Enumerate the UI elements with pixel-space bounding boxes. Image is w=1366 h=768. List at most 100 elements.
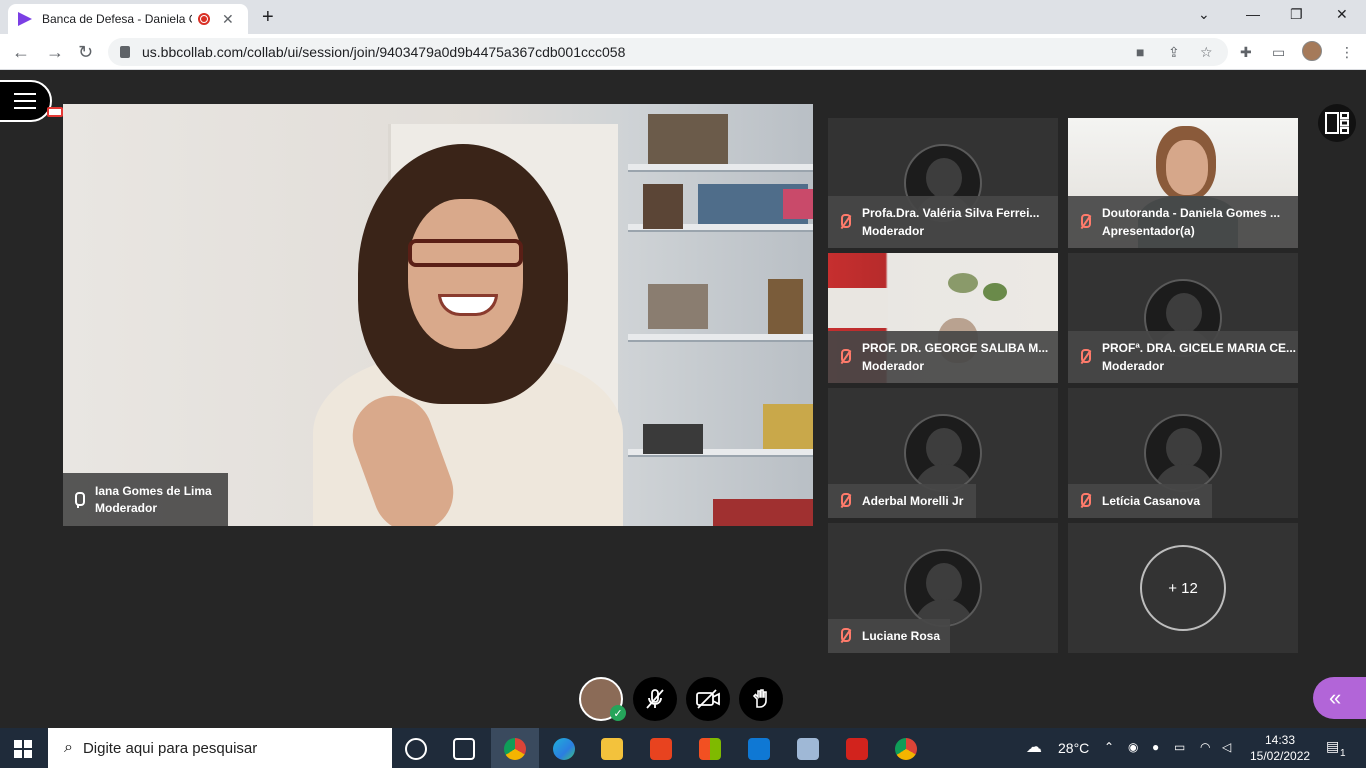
windows-start-icon[interactable] [14,740,32,758]
grid-layout-icon [1325,112,1349,134]
forward-button[interactable]: → [46,42,64,63]
more-participants-count[interactable]: + 12 [1140,545,1226,631]
participant-name: Letícia Casanova [1102,494,1201,508]
cortana-icon[interactable] [405,738,427,760]
muted-microphone-icon [838,214,852,230]
browser-tab[interactable]: Banca de Defesa - Daniela G ✕ [8,4,248,34]
taskbar-search-placeholder: Digite aqui para pesquisar [82,739,258,757]
status-check-icon: ✓ [610,705,626,721]
participant-name: Luciane Rosa [862,629,941,643]
close-window-button[interactable]: ✕ [1336,6,1348,23]
microsoft-store-icon[interactable] [699,738,721,760]
edge-icon[interactable] [553,738,575,760]
tab-close-icon[interactable]: ✕ [222,11,234,28]
more-participants-tile[interactable]: + 12 [1068,523,1298,653]
microphone-toggle-button[interactable] [633,677,677,721]
muted-microphone-icon [838,493,852,509]
default-avatar-icon [904,414,982,492]
recording-icon [198,13,210,25]
camera-in-use-icon[interactable]: ■ [1136,44,1144,60]
participant-role: Apresentador(a) [1102,224,1195,238]
chrome-profile-icon[interactable] [895,738,917,760]
participant-role: Moderador [862,359,925,373]
browser-toolbar: ← → ↻ us.bbcollab.com/collab/ui/session/… [0,34,1366,70]
reload-button[interactable]: ↻ [78,42,93,63]
participant-name: Doutoranda - Daniela Gomes ... [1102,206,1281,220]
clock-time: 14:33 [1264,733,1296,747]
volume-icon[interactable]: ◁ [1222,740,1231,754]
chrome-icon[interactable] [504,738,526,760]
office-icon[interactable] [650,738,672,760]
participant-tile[interactable]: Luciane Rosa [828,523,1058,653]
show-hidden-icons-icon[interactable]: ⌃ [1104,740,1114,754]
weather-temperature[interactable]: 28°C [1058,740,1089,756]
participant-tile[interactable]: Profa.Dra. Valéria Silva Ferrei... Moder… [828,118,1058,248]
mail-icon[interactable] [748,738,770,760]
participant-name-tag: Profa.Dra. Valéria Silva Ferrei... Moder… [828,196,1058,248]
notification-count: 1 [1340,748,1346,759]
participant-tile[interactable]: Aderbal Morelli Jr [828,388,1058,518]
task-view-icon[interactable] [453,738,475,760]
participant-name-tag: PROFª. DRA. GICELE MARIA CE... Moderador [1068,331,1298,383]
url-text: us.bbcollab.com/collab/ui/session/join/9… [142,44,626,60]
participant-name-tag: Doutoranda - Daniela Gomes ... Apresenta… [1068,196,1298,248]
microphone-icon [73,491,85,508]
restore-button[interactable]: ❐ [1290,6,1303,23]
muted-microphone-icon [838,349,852,365]
minimize-button[interactable]: — [1246,6,1260,22]
raise-hand-icon [752,689,767,708]
tab-search-chevron-icon[interactable]: ⌄ [1198,6,1210,23]
camera-toggle-button[interactable] [686,677,730,721]
weather-icon[interactable]: ☁ [1026,737,1042,757]
wifi-icon[interactable]: ◠ [1200,740,1210,754]
participant-name: PROFª. DRA. GICELE MARIA CE... [1102,341,1297,355]
default-avatar-icon [904,549,982,627]
file-explorer-icon[interactable] [601,738,623,760]
microphone-tray-icon[interactable]: ● [1152,740,1159,754]
participant-name-tag: Letícia Casanova [1068,484,1212,518]
muted-microphone-icon [1078,349,1092,365]
browser-menu-icon[interactable]: ⋮ [1340,44,1354,61]
bookmark-star-icon[interactable]: ☆ [1200,44,1213,61]
battery-icon[interactable]: ▭ [1174,740,1185,754]
system-clock[interactable]: 14:33 15/02/2022 [1250,732,1310,764]
recording-indicator-icon [47,107,63,117]
main-speaker-name-tag: Iana Gomes de Lima Moderador [63,473,228,526]
participant-role: Moderador [1102,359,1165,373]
muted-microphone-icon [646,689,664,709]
participant-name-tag: Aderbal Morelli Jr [828,484,976,518]
layout-toggle-button[interactable] [1318,104,1356,142]
muted-microphone-icon [1078,214,1092,230]
session-menu-button[interactable] [0,80,52,122]
share-icon[interactable]: ⇪ [1168,44,1180,61]
extensions-icon[interactable]: ✚ [1240,44,1252,61]
photos-icon[interactable] [797,738,819,760]
participant-name: PROF. DR. GEORGE SALIBA M... [862,341,1049,355]
default-avatar-icon [1144,414,1222,492]
participant-role: Moderador [862,224,925,238]
raise-hand-button[interactable] [739,677,783,721]
main-speaker-video [63,104,813,526]
acrobat-icon[interactable] [846,738,868,760]
profile-avatar[interactable] [1302,41,1322,61]
lock-icon [120,46,130,58]
search-icon: ⌕ [64,739,73,756]
address-bar[interactable]: us.bbcollab.com/collab/ui/session/join/9… [108,38,1228,66]
blackboard-collab-icon [18,12,32,26]
browser-tab-bar: Banca de Defesa - Daniela G ✕ + ⌄ — ❐ ✕ [0,0,1366,34]
participant-name: Profa.Dra. Valéria Silva Ferrei... [862,206,1040,220]
windows-taskbar: ⌕ Digite aqui para pesquisar ☁ 28°C ⌃ ◉ … [0,728,1366,768]
taskbar-search-box[interactable]: ⌕ Digite aqui para pesquisar [48,728,392,768]
open-collaborate-panel-button[interactable]: « [1313,677,1366,719]
participant-tile[interactable]: Letícia Casanova [1068,388,1298,518]
participant-tile[interactable]: PROFª. DRA. GICELE MARIA CE... Moderador [1068,253,1298,383]
participant-tile[interactable]: PROF. DR. GEORGE SALIBA M... Moderador [828,253,1058,383]
new-tab-button[interactable]: + [262,6,274,29]
notifications-icon[interactable]: ▤ [1326,738,1339,755]
participant-tile[interactable]: Doutoranda - Daniela Gomes ... Apresenta… [1068,118,1298,248]
camera-tray-icon[interactable]: ◉ [1128,740,1138,754]
muted-microphone-icon [838,628,852,644]
back-button[interactable]: ← [12,42,30,63]
camera-off-icon [696,689,720,709]
cast-icon[interactable]: ▭ [1272,44,1285,61]
